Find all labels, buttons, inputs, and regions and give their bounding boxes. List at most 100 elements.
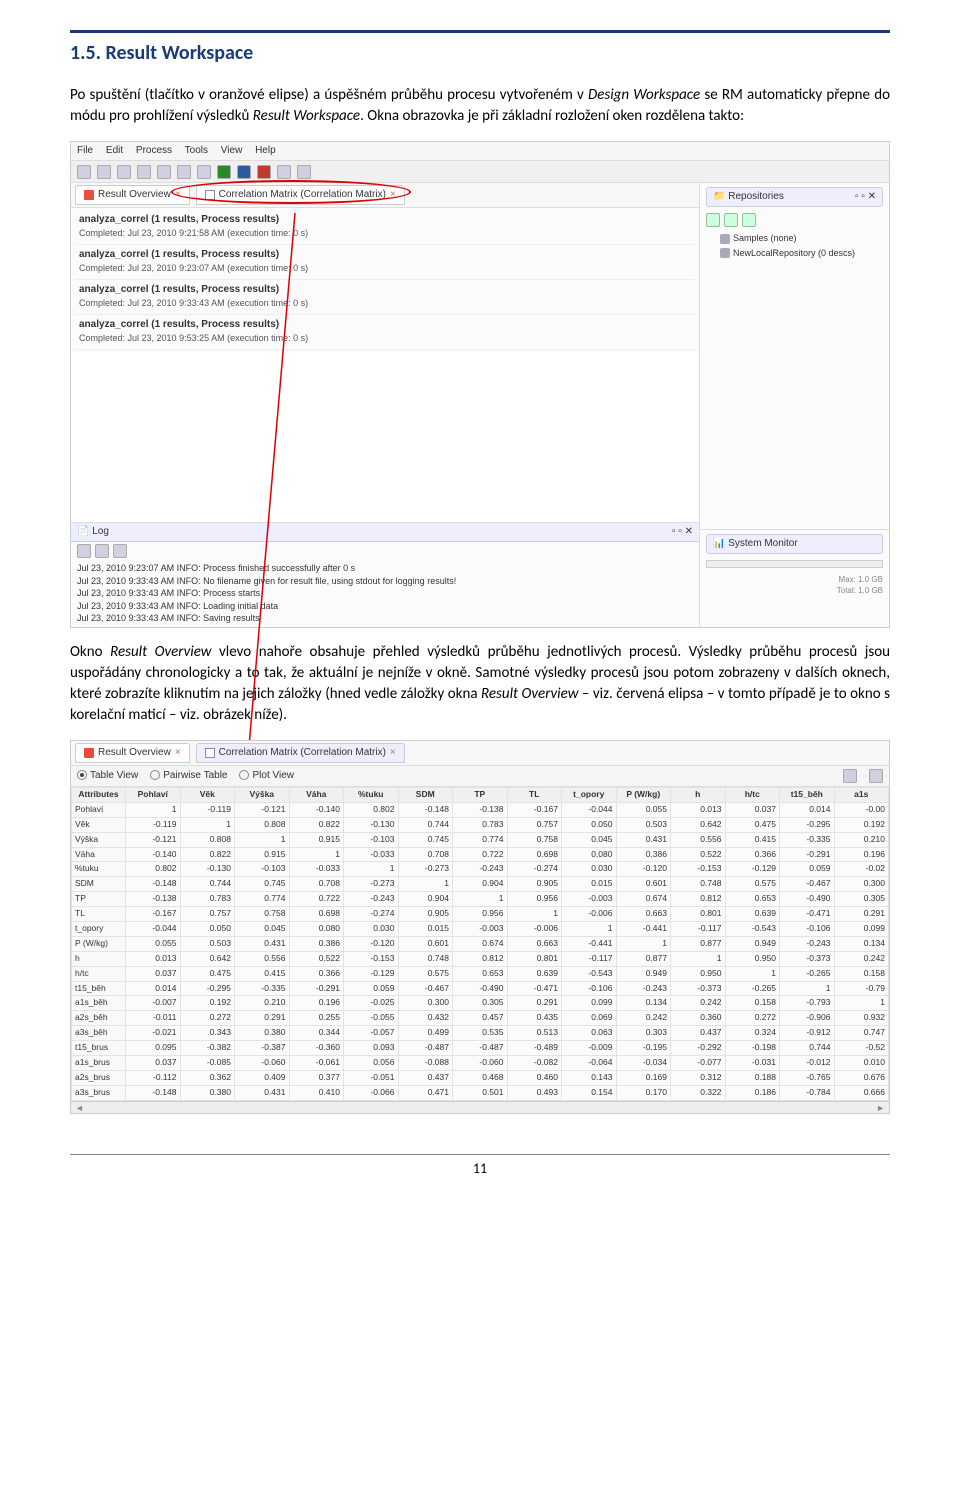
value-cell: -0.273: [398, 862, 453, 877]
result-item[interactable]: analyza_correl (1 results, Process resul…: [75, 315, 695, 350]
close-icon[interactable]: ×: [390, 188, 396, 202]
value-cell: -0.291: [780, 847, 835, 862]
result-item[interactable]: analyza_correl (1 results, Process resul…: [75, 245, 695, 280]
tab-result-overview[interactable]: Result Overview ×: [75, 185, 190, 205]
repositories-panel: 📁 Repositories ▫ ▫ ✕ Samples (none) NewL…: [700, 183, 889, 264]
print-icon[interactable]: [157, 165, 171, 179]
value-cell: 0.808: [180, 832, 235, 847]
value-cell: 0.431: [235, 1085, 290, 1100]
close-icon[interactable]: ×: [175, 188, 181, 202]
table-header-cell: h/tc: [725, 787, 780, 802]
panel-controls-icon[interactable]: ▫ ▫ ✕: [855, 190, 876, 204]
value-cell: 0.059: [780, 862, 835, 877]
value-cell: 0.210: [235, 996, 290, 1011]
value-cell: -0.291: [289, 981, 344, 996]
new-icon[interactable]: [77, 165, 91, 179]
repo-expand-icon[interactable]: [742, 213, 756, 227]
value-cell: -0.387: [235, 1041, 290, 1056]
value-cell: -0.373: [671, 981, 726, 996]
repo-tree-item[interactable]: NewLocalRepository (0 descs): [706, 246, 883, 261]
value-cell: 0.503: [180, 936, 235, 951]
row-label-cell: %tuku: [72, 862, 126, 877]
redo-icon[interactable]: [197, 165, 211, 179]
folder-icon: [720, 234, 730, 244]
repo-refresh-icon[interactable]: [724, 213, 738, 227]
panel-controls-icon[interactable]: ▫ ▫ ✕: [672, 525, 693, 539]
page-number: 11: [70, 1154, 890, 1179]
log-search-icon[interactable]: [113, 544, 127, 558]
value-cell: 0.877: [616, 951, 671, 966]
save-icon[interactable]: [117, 165, 131, 179]
result-item[interactable]: analyza_correl (1 results, Process resul…: [75, 210, 695, 245]
value-cell: 0.169: [616, 1070, 671, 1085]
value-cell: 0.366: [289, 966, 344, 981]
stop-icon[interactable]: [257, 165, 271, 179]
value-cell: 0.471: [398, 1085, 453, 1100]
close-icon[interactable]: ×: [390, 746, 396, 760]
close-icon[interactable]: ×: [175, 746, 181, 760]
log-save-icon[interactable]: [77, 544, 91, 558]
value-cell: -0.441: [562, 936, 617, 951]
value-cell: 0.015: [398, 921, 453, 936]
result-item-time: Completed: Jul 23, 2010 9:21:58 AM (exec…: [79, 228, 308, 238]
value-cell: -0.060: [453, 1056, 508, 1071]
table-header-cell: SDM: [398, 787, 453, 802]
repo-tree-item[interactable]: Samples (none): [706, 231, 883, 246]
value-cell: 0.457: [453, 1011, 508, 1026]
switch-result-icon[interactable]: [297, 165, 311, 179]
value-cell: 0.744: [180, 877, 235, 892]
radio-pairwise-table[interactable]: Pairwise Table: [150, 769, 227, 783]
export-icon[interactable]: [843, 769, 857, 783]
value-cell: 1: [780, 981, 835, 996]
row-label-cell: Věk: [72, 817, 126, 832]
saveas-icon[interactable]: [137, 165, 151, 179]
row-label-cell: a2s_brus: [72, 1070, 126, 1085]
menu-file[interactable]: File: [77, 145, 93, 156]
result-item[interactable]: analyza_correl (1 results, Process resul…: [75, 280, 695, 315]
value-cell: -0.441: [616, 921, 671, 936]
row-label-cell: SDM: [72, 877, 126, 892]
switch-view-icon[interactable]: [277, 165, 291, 179]
value-cell: 0.431: [616, 832, 671, 847]
value-cell: -0.52: [834, 1041, 889, 1056]
menu-tools[interactable]: Tools: [185, 145, 208, 156]
value-cell: -0.467: [780, 877, 835, 892]
menu-edit[interactable]: Edit: [106, 145, 123, 156]
value-cell: 0.324: [725, 1026, 780, 1041]
value-cell: 0.056: [344, 1056, 399, 1071]
tab-correlation-matrix[interactable]: Correlation Matrix (Correlation Matrix) …: [196, 185, 405, 205]
value-cell: -0.153: [344, 951, 399, 966]
tab-result-overview-2[interactable]: Result Overview ×: [75, 743, 190, 763]
pause-icon[interactable]: [237, 165, 251, 179]
row-label-cell: t15_běh: [72, 981, 126, 996]
settings-icon[interactable]: [869, 769, 883, 783]
horizontal-scrollbar[interactable]: ◄►: [71, 1101, 889, 1113]
tab-correlation-matrix-2[interactable]: Correlation Matrix (Correlation Matrix) …: [196, 743, 405, 763]
menu-help[interactable]: Help: [255, 145, 276, 156]
value-cell: 0.093: [344, 1041, 399, 1056]
menu-view[interactable]: View: [221, 145, 243, 156]
repo-add-icon[interactable]: [706, 213, 720, 227]
open-icon[interactable]: [97, 165, 111, 179]
value-cell: 0.143: [562, 1070, 617, 1085]
value-cell: 0.801: [507, 951, 562, 966]
value-cell: -0.195: [616, 1041, 671, 1056]
value-cell: 0.653: [725, 892, 780, 907]
value-cell: -0.088: [398, 1056, 453, 1071]
value-cell: -0.033: [289, 862, 344, 877]
radio-table-view[interactable]: Table View: [77, 769, 138, 783]
play-icon[interactable]: [217, 165, 231, 179]
value-cell: -0.543: [562, 966, 617, 981]
table-row: TP-0.1380.7830.7740.722-0.2430.90410.956…: [72, 892, 889, 907]
radio-plot-view[interactable]: Plot View: [239, 769, 294, 783]
result-item-title: analyza_correl (1 results, Process resul…: [79, 284, 279, 295]
value-cell: -0.243: [780, 936, 835, 951]
menu-process[interactable]: Process: [136, 145, 172, 156]
value-cell: 0.095: [126, 1041, 181, 1056]
sysmon-max: Max: 1.0 GB: [706, 574, 883, 585]
log-clear-icon[interactable]: [95, 544, 109, 558]
undo-icon[interactable]: [177, 165, 191, 179]
value-cell: 0.080: [562, 847, 617, 862]
value-cell: -0.295: [180, 981, 235, 996]
value-cell: -0.490: [453, 981, 508, 996]
